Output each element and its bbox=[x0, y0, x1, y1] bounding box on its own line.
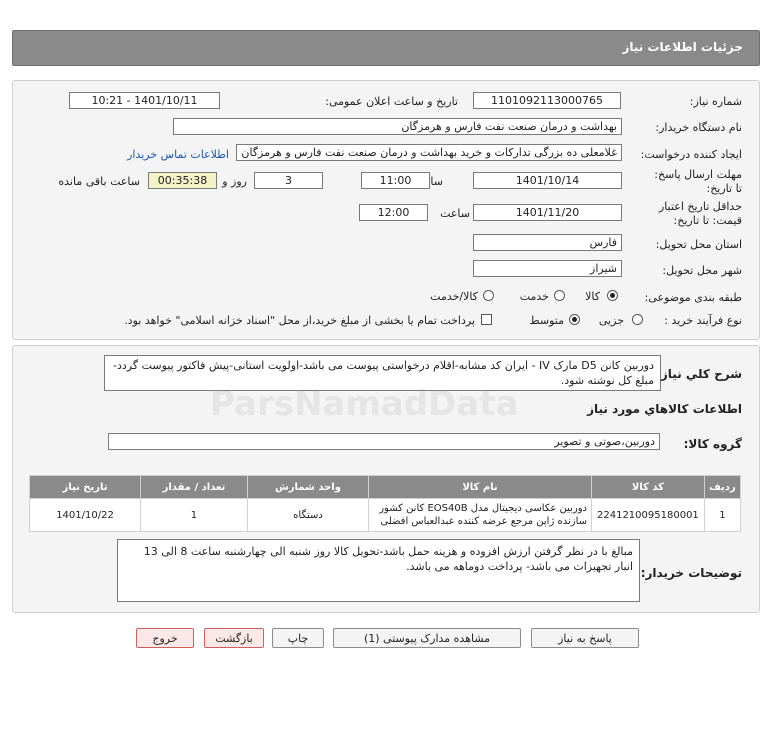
days-field: 3 bbox=[254, 172, 323, 189]
validity-label: حداقل تاریخ اعتبار قیمت: تا تاریخ: bbox=[658, 200, 742, 227]
col-name: نام کالا bbox=[368, 475, 592, 499]
remaining-time-label: ساعت باقی مانده bbox=[58, 175, 140, 188]
page-title: جزئیات اطلاعات نیاز bbox=[622, 40, 743, 54]
reply-deadline-label: مهلت ارسال پاسخ: تا تاریخ: bbox=[654, 168, 742, 195]
summary-label: شرح کلي نياز: bbox=[656, 367, 742, 381]
remaining-time-field: 00:35:38 bbox=[148, 172, 217, 189]
need-number-label: شماره نیاز: bbox=[689, 95, 742, 108]
goods-section-title: اطلاعات کالاهاي مورد نياز bbox=[587, 402, 742, 416]
buyer-org-label: نام دستگاه خریدار: bbox=[655, 121, 742, 134]
view-attachments-button[interactable]: مشاهده مدارک پیوستی (1) bbox=[333, 628, 521, 648]
cell-name: دوربین عکاسی دیجیتال مدل EOS40B کانن کشو… bbox=[368, 498, 592, 532]
buyer-notes-field: مبالغ با در نظر گرفتن ارزش افزوده و هزین… bbox=[117, 539, 640, 602]
category-option-service: خدمت bbox=[519, 290, 549, 303]
creator-label: ایجاد کننده درخواست: bbox=[640, 148, 742, 161]
need-number-field: 1101092113000765 bbox=[473, 92, 621, 109]
process-radio-medium[interactable] bbox=[569, 314, 580, 325]
process-label: نوع فرآیند خرید : bbox=[664, 314, 742, 327]
buyer-org-field: بهداشت و درمان صنعت نفت فارس و هرمزگان bbox=[173, 118, 622, 135]
announce-field: 1401/10/11 - 10:21 bbox=[69, 92, 220, 109]
creator-field: غلامعلی ده بزرگی تدارکات و خرید بهداشت و… bbox=[236, 144, 622, 161]
province-label: استان محل تحویل: bbox=[655, 238, 742, 251]
cell-unit: دستگاه bbox=[246, 498, 370, 532]
table-row: 1 2241210095180001 دوربین عکاسی دیجیتال … bbox=[28, 498, 742, 532]
cell-code: 2241210095180001 bbox=[591, 498, 705, 532]
contact-buyer-link[interactable]: اطلاعات تماس خریدار bbox=[127, 148, 229, 161]
city-label: شهر محل تحویل: bbox=[662, 264, 742, 277]
goods-group-label: گروه کالا: bbox=[683, 437, 742, 451]
reply-date-field: 1401/10/14 bbox=[473, 172, 622, 189]
col-unit: واحد شمارش bbox=[246, 475, 370, 499]
exit-button[interactable]: خروج bbox=[136, 628, 194, 648]
goods-group-field: دوربین،صوتی و تصویر bbox=[108, 433, 660, 450]
col-index: ردیف bbox=[703, 475, 742, 499]
summary-field: دوربین کانن D5 مارک IV - ایران کد مشابه-… bbox=[104, 355, 661, 391]
print-button[interactable]: چاپ bbox=[272, 628, 324, 648]
validity-date-field: 1401/11/20 bbox=[473, 204, 622, 221]
reply-time-field: 11:00 bbox=[361, 172, 430, 189]
category-option-goods-service: کالا/خدمت bbox=[430, 290, 478, 303]
page-header: جزئیات اطلاعات نیاز bbox=[12, 30, 760, 66]
cell-date: 1401/10/22 bbox=[28, 498, 142, 532]
col-date: تاریخ نیاز bbox=[28, 475, 142, 499]
validity-time-label: ساعت bbox=[440, 207, 470, 220]
process-option-medium: متوسط bbox=[529, 314, 564, 327]
announce-label: تاریخ و ساعت اعلان عمومی: bbox=[325, 95, 458, 108]
category-option-goods: کالا bbox=[585, 290, 600, 303]
goods-table-header: ردیف کد کالا نام کالا واحد شمارش تعداد /… bbox=[28, 475, 742, 499]
province-field: فارس bbox=[473, 234, 622, 251]
treasury-payment-note: پرداخت تمام یا بخشی از مبلغ خرید،از محل … bbox=[124, 314, 475, 327]
back-button[interactable]: بازگشت bbox=[204, 628, 264, 648]
process-option-minor: جزیی bbox=[598, 314, 624, 327]
category-label: طبقه بندی موضوعی: bbox=[644, 291, 742, 304]
buyer-notes-label: توضیحات خریدار: bbox=[640, 566, 742, 580]
category-radio-goods[interactable] bbox=[607, 290, 618, 301]
cell-index: 1 bbox=[703, 498, 742, 532]
goods-table: ردیف کد کالا نام کالا واحد شمارش تعداد /… bbox=[28, 475, 742, 532]
category-radio-service[interactable] bbox=[554, 290, 565, 301]
col-qty: تعداد / مقدار bbox=[140, 475, 248, 499]
process-radio-minor[interactable] bbox=[632, 314, 643, 325]
reply-button[interactable]: پاسخ به نیاز bbox=[531, 628, 639, 648]
cell-qty: 1 bbox=[140, 498, 248, 532]
category-radio-goods-service[interactable] bbox=[483, 290, 494, 301]
col-code: کد کالا bbox=[591, 475, 705, 499]
days-label: روز و bbox=[222, 175, 247, 188]
validity-time-field: 12:00 bbox=[359, 204, 428, 221]
treasury-payment-checkbox[interactable] bbox=[481, 314, 492, 325]
city-field: شیراز bbox=[473, 260, 622, 277]
